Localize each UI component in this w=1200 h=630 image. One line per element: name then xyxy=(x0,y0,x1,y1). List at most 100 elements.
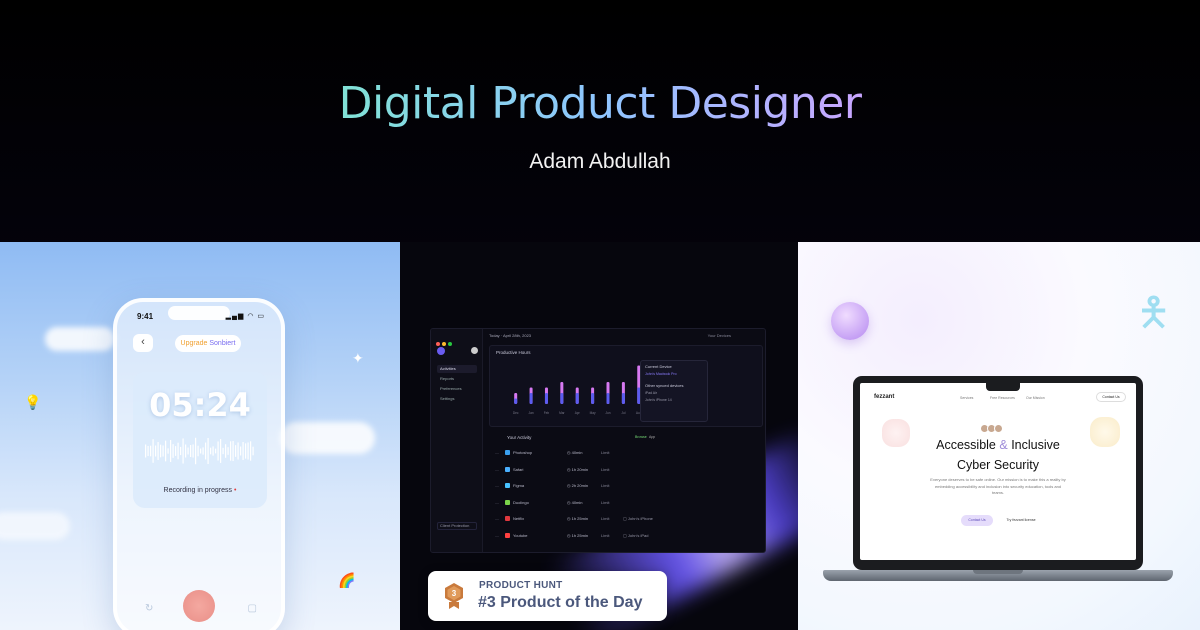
waveform-bar xyxy=(245,443,247,459)
limit-label: Limit xyxy=(601,483,610,488)
limit-label: Limit xyxy=(601,516,610,521)
back-button[interactable]: ‹ xyxy=(133,334,153,352)
device-item[interactable]: iPad Air xyxy=(645,391,657,395)
waveform-bar xyxy=(172,444,174,458)
table-row[interactable]: — Youtube ◷ 1h 25min Limit ▢ John's iPad xyxy=(495,530,685,542)
sidebar-item-reports[interactable]: Reports xyxy=(437,375,477,383)
waveform-bar xyxy=(145,444,147,458)
device-popover: Current Device John's Macbook Pro Other … xyxy=(640,360,708,422)
waveform-bar xyxy=(240,446,242,456)
waveform-bar xyxy=(232,440,234,462)
sidebar-item-preferences[interactable]: Preferences xyxy=(437,385,477,393)
waveform-bar xyxy=(242,441,244,461)
app-icon xyxy=(505,499,510,505)
waveform-bar xyxy=(177,442,179,460)
waveform-bar xyxy=(182,438,184,464)
sidebar-item-settings[interactable]: Settings xyxy=(437,395,477,403)
laptop-showcase-panel: 🯅 fezzant Services Free Resources Our Mi… xyxy=(798,242,1200,630)
rainbow-icon: 🌈 xyxy=(338,572,356,588)
waveform-bar xyxy=(252,446,254,456)
headline-amp: & xyxy=(999,438,1008,452)
minimize-dot[interactable] xyxy=(442,342,446,346)
waveform-bar xyxy=(185,444,187,458)
date-selector[interactable]: Today · April 28th, 2023 xyxy=(489,333,531,338)
upgrade-pill[interactable]: Upgrade Sonbiert xyxy=(175,335,241,352)
app-icon xyxy=(505,516,510,521)
device-item[interactable]: John's iPhone 14 xyxy=(645,398,672,402)
activity-title: Your Activity xyxy=(507,435,532,440)
table-row[interactable]: — Safari ◷ 1h 20min Limit xyxy=(495,464,685,476)
expand-icon: — xyxy=(495,532,499,538)
waveform-bar xyxy=(187,447,189,455)
waveform-bar xyxy=(197,445,199,457)
upgrade-brand: Sonbiert xyxy=(209,340,236,347)
site-headline: Accessible & Inclusive Cyber Security xyxy=(860,435,1136,475)
laptop-camera-notch xyxy=(986,383,1020,391)
chevron-left-icon: ‹ xyxy=(141,336,145,348)
table-row[interactable]: — Duolingo ◷ 40min Limit xyxy=(495,497,685,509)
medal-icon: 3 xyxy=(445,583,463,609)
square-icon[interactable]: ▢ xyxy=(248,603,257,614)
x-tick-label: Jul xyxy=(621,411,625,415)
device-label: ▢ John's iPad xyxy=(623,532,649,538)
waveform-bar xyxy=(160,444,162,458)
site-secondary-button[interactable]: Try fezzant license xyxy=(1000,515,1042,526)
bar-series-2 xyxy=(544,393,548,404)
site-contact-primary-button[interactable]: Contact Us xyxy=(961,515,993,526)
waveform-bar xyxy=(225,444,227,458)
limit-label: Limit xyxy=(601,466,610,472)
client-protection-button[interactable]: Client Protection xyxy=(437,522,477,530)
productive-hours-chart: Productive Hours Dec Jan Feb Mar Apr May Jun Ju… xyxy=(489,345,763,427)
waveform-bar xyxy=(222,447,224,455)
app-name: Duolingo xyxy=(513,499,529,505)
table-row[interactable]: — Figma ◷ 2h 20min Limit xyxy=(495,480,685,492)
waveform-bar xyxy=(152,439,154,463)
headline-word: Inclusive xyxy=(1011,438,1060,452)
waveform-bar xyxy=(212,446,214,456)
table-row[interactable]: — Netflix ◷ 1h 25min Limit ▢ John's iPhone xyxy=(495,513,685,525)
bar-series-2 xyxy=(560,393,564,404)
website-screen: fezzant Services Free Resources Our Miss… xyxy=(860,383,1136,560)
current-device-item[interactable]: John's Macbook Pro xyxy=(645,372,677,376)
toggle-app[interactable]: App xyxy=(649,435,655,439)
site-nav-mission[interactable]: Our Mission xyxy=(1026,396,1045,400)
app-icon xyxy=(505,450,510,455)
waveform-bar xyxy=(175,446,177,456)
cloud xyxy=(0,512,70,540)
site-nav-resources[interactable]: Free Resources xyxy=(990,396,1015,400)
close-dot[interactable] xyxy=(436,342,440,346)
activity-table: Your Activity Browse App — Photoshop ◷ 40m… xyxy=(489,435,763,551)
app-icon xyxy=(505,466,510,472)
upgrade-label: Upgrade xyxy=(180,340,208,347)
sidebar-item-activities[interactable]: Activities xyxy=(437,365,477,373)
toggle-browse[interactable]: Browse xyxy=(635,435,647,439)
app-icon xyxy=(505,483,510,488)
expand-icon: — xyxy=(495,450,499,455)
avatar[interactable] xyxy=(471,347,478,354)
bar-series-2 xyxy=(575,393,579,404)
x-tick-label: Apr xyxy=(575,411,581,415)
recording-label: Recording in progress xyxy=(163,487,233,494)
waveform-bar xyxy=(150,445,152,457)
app-name: Netflix xyxy=(513,516,525,521)
bar-series-2 xyxy=(621,393,625,404)
waveform-bar xyxy=(170,439,172,463)
expand-icon: — xyxy=(495,483,499,488)
devices-button[interactable]: Your Devices xyxy=(708,333,731,338)
waveform-bar xyxy=(207,437,209,465)
mic-record-button[interactable] xyxy=(183,590,215,622)
refresh-icon[interactable]: ↻ xyxy=(145,603,153,614)
recording-timer: 05:24 xyxy=(149,386,251,424)
site-contact-button[interactable]: Contact Us xyxy=(1096,392,1126,402)
site-nav-services[interactable]: Services xyxy=(960,396,973,400)
hero-title: Digital Product Designer xyxy=(0,78,1200,129)
site-logo[interactable]: fezzant xyxy=(874,394,894,400)
product-hunt-badge[interactable]: 3 PRODUCT HUNT #3 Product of the Day xyxy=(428,571,667,621)
waveform-bar xyxy=(200,448,202,454)
app-name: Safari xyxy=(513,466,524,472)
maximize-dot[interactable] xyxy=(448,342,452,346)
limit-label: Limit xyxy=(601,450,610,455)
waveform-bar xyxy=(165,440,167,462)
app-icon xyxy=(505,532,510,538)
table-row[interactable]: — Photoshop ◷ 40min Limit xyxy=(495,447,685,459)
